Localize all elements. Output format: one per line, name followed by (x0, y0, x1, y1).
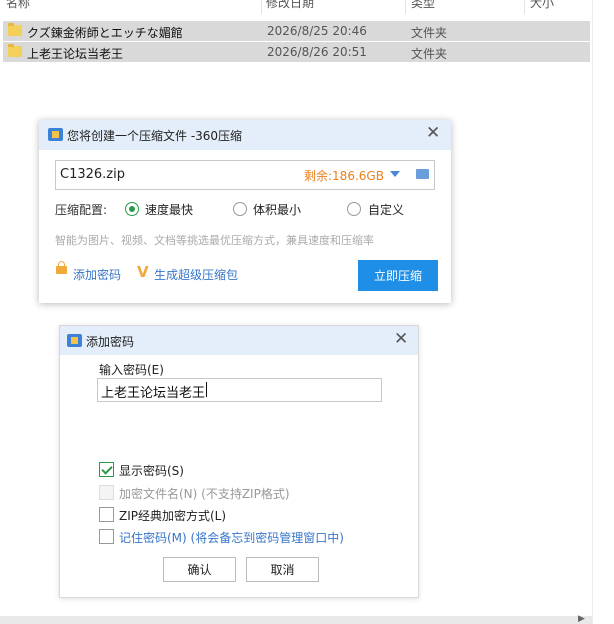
file-row[interactable]: クズ錬金術師とエッチな媚館 2026/8/25 20:46 文件夹 (3, 21, 590, 41)
zip-classic-label[interactable]: ZIP经典加密方式(L) (119, 507, 226, 524)
column-type[interactable]: 类型 (411, 0, 435, 11)
dropdown-arrow-icon[interactable] (390, 171, 400, 177)
folder-icon (8, 44, 22, 57)
compress-now-button[interactable]: 立即压缩 (358, 260, 438, 291)
free-space: 剩余:186.6GB (304, 169, 384, 183)
filename-value[interactable]: C1326.zip (60, 167, 125, 182)
encrypt-filename-checkbox (99, 485, 114, 500)
remember-password-checkbox[interactable] (99, 529, 114, 544)
radio-custom[interactable] (347, 202, 361, 216)
column-name[interactable]: 名称 (6, 0, 30, 11)
super-archive-link[interactable]: 生成超级压缩包 (154, 266, 238, 283)
column-divider (524, 0, 525, 14)
cancel-button[interactable]: 取消 (246, 557, 319, 582)
config-label: 压缩配置: (55, 203, 108, 217)
v-icon[interactable]: V (137, 263, 149, 281)
vertical-scrollbar[interactable] (592, 0, 614, 624)
close-icon[interactable]: ✕ (426, 125, 440, 142)
hint-text: 智能为图片、视频、文档等挑选最优压缩方式，兼具速度和压缩率 (55, 234, 374, 247)
radio-size-label[interactable]: 体积最小 (253, 201, 301, 218)
dialog-title: 您将创建一个压缩文件 -360压缩 (67, 129, 243, 143)
add-password-link[interactable]: 添加密码 (73, 266, 121, 283)
column-date[interactable]: 修改日期 (266, 0, 314, 11)
column-divider (261, 0, 262, 14)
zip-classic-checkbox[interactable] (99, 507, 114, 522)
radio-custom-label[interactable]: 自定义 (368, 201, 404, 218)
radio-speed-label[interactable]: 速度最快 (145, 201, 193, 218)
app-360-icon (48, 128, 63, 141)
show-password-checkbox[interactable] (99, 462, 114, 477)
dialog-title: 添加密码 (86, 335, 135, 349)
encrypt-filename-label: 加密文件名(N) (不支持ZIP格式) (119, 487, 290, 501)
radio-speed[interactable] (125, 202, 139, 216)
scroll-right-icon[interactable]: ▶ (578, 614, 585, 624)
app-360-icon (67, 334, 82, 347)
password-label: 输入密码(E) (99, 363, 164, 377)
column-divider (405, 0, 406, 14)
show-password-label[interactable]: 显示密码(S) (119, 462, 184, 479)
file-name: クズ錬金術師とエッチな媚館 (27, 26, 183, 40)
dialog-title-bar[interactable]: 您将创建一个压缩文件 -360压缩 ✕ (39, 120, 451, 150)
text-cursor (206, 382, 207, 397)
file-date: 2026/8/25 20:46 (267, 24, 367, 38)
remember-password-label[interactable]: 记住密码(M) (将会备忘到密码管理窗口中) (119, 529, 344, 546)
close-icon[interactable]: ✕ (394, 331, 408, 348)
compress-dialog: 您将创建一个压缩文件 -360压缩 ✕ C1326.zip 剩余:186.6GB… (39, 120, 451, 303)
column-size[interactable]: 大小 (530, 0, 554, 11)
file-name: 上老王论坛当老王 (27, 47, 124, 61)
file-date: 2026/8/26 20:51 (267, 45, 367, 59)
column-header: 名称 修改日期 类型 大小 (0, 0, 592, 14)
folder-icon (8, 23, 22, 36)
file-type: 文件夹 (411, 47, 448, 61)
horizontal-scrollbar[interactable]: ▶ (0, 614, 592, 624)
password-value[interactable]: 上老王论坛当老王 (101, 382, 205, 401)
dialog-title-bar[interactable]: 添加密码 ✕ (60, 326, 418, 355)
file-type: 文件夹 (411, 26, 448, 40)
password-input[interactable]: 上老王论坛当老王 (97, 378, 382, 402)
ok-button[interactable]: 确认 (163, 557, 236, 582)
radio-size[interactable] (233, 202, 247, 216)
lock-icon[interactable] (56, 261, 67, 274)
file-row[interactable]: 上老王论坛当老王 2026/8/26 20:51 文件夹 (3, 42, 590, 62)
password-dialog: 添加密码 ✕ 输入密码(E) 上老王论坛当老王 显示密码(S) 加密文件名(N)… (59, 325, 419, 598)
browse-folder-icon[interactable] (416, 169, 429, 179)
filename-field[interactable]: C1326.zip 剩余:186.6GB (55, 160, 435, 190)
